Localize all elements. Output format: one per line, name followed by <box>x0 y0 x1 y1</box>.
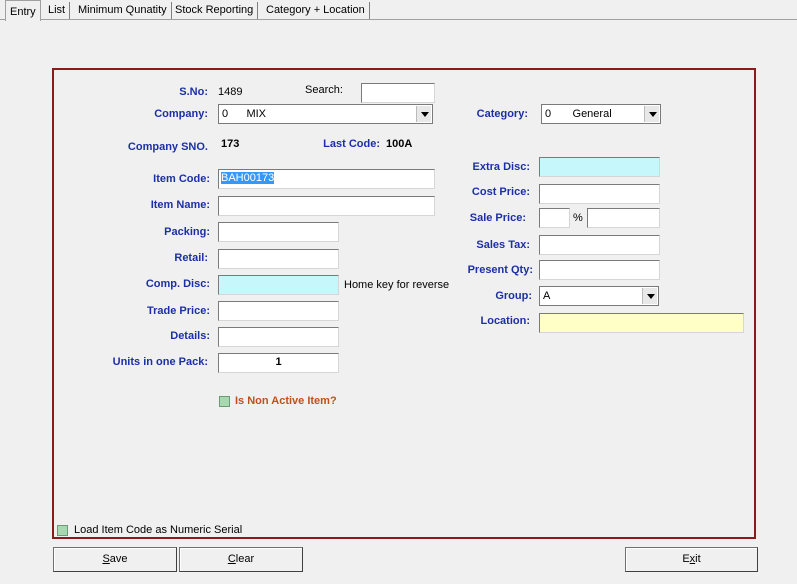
group-select-value: A <box>543 290 551 302</box>
item-code-input[interactable]: BAH00173 <box>218 169 435 189</box>
details-label: Details: <box>170 330 210 342</box>
cost-price-label: Cost Price: <box>471 186 530 198</box>
company-label: Company: <box>154 108 208 120</box>
present-qty-label: Present Qty: <box>467 264 533 276</box>
retail-input[interactable] <box>218 249 339 269</box>
exit-label-end: it <box>695 553 701 565</box>
clear-hotkey: C <box>227 553 236 565</box>
tab-list[interactable]: List <box>44 2 71 19</box>
chevron-down-icon[interactable] <box>416 106 431 122</box>
comp-disc-hint: Home key for reverse <box>344 279 450 291</box>
comp-disc-input[interactable] <box>218 275 339 295</box>
exit-button[interactable]: Exit <box>625 547 758 572</box>
tab-strip: Entry List Minimum Qunatity Stock Report… <box>0 0 797 21</box>
company-select-value: 0 MIX <box>222 108 267 120</box>
trade-price-label: Trade Price: <box>147 305 210 317</box>
numeric-serial-label[interactable]: Load Item Code as Numeric Serial <box>74 524 242 536</box>
clear-label: lear <box>235 553 255 565</box>
retail-label: Retail: <box>174 252 208 264</box>
sno-label: S.No: <box>179 86 208 98</box>
tab-minimum-quantity[interactable]: Minimum Qunatity <box>74 2 172 19</box>
item-name-input[interactable] <box>218 196 435 216</box>
trade-price-input[interactable] <box>218 301 339 321</box>
item-code-value: BAH00173 <box>221 172 275 184</box>
chevron-down-icon[interactable] <box>642 288 657 304</box>
sale-price-input[interactable] <box>587 208 660 228</box>
extra-disc-label: Extra Disc: <box>472 161 530 173</box>
non-active-label[interactable]: Is Non Active Item? <box>235 395 337 407</box>
sales-tax-input[interactable] <box>539 235 660 255</box>
present-qty-input[interactable] <box>539 260 660 280</box>
tab-strip-divider <box>0 19 797 20</box>
packing-label: Packing: <box>164 226 210 238</box>
group-label: Group: <box>495 290 532 302</box>
sale-price-label: Sale Price: <box>469 212 526 224</box>
company-sno-value: 173 <box>221 138 240 150</box>
units-in-pack-input[interactable]: 1 <box>218 353 339 373</box>
last-code-label: Last Code: <box>323 138 380 150</box>
save-button[interactable]: Save <box>53 547 177 572</box>
item-code-label: Item Code: <box>153 173 210 185</box>
company-select[interactable]: 0 MIX <box>218 104 433 124</box>
tab-entry[interactable]: Entry <box>5 0 41 21</box>
comp-disc-label: Comp. Disc: <box>145 278 210 290</box>
category-label: Category: <box>476 108 528 120</box>
item-name-label: Item Name: <box>150 199 210 211</box>
sales-tax-label: Sales Tax: <box>476 239 530 251</box>
search-label: Search: <box>305 84 343 96</box>
save-label: ave <box>109 553 128 565</box>
sale-price-percent-input[interactable] <box>539 208 570 228</box>
exit-label-start: E <box>682 553 690 565</box>
cost-price-input[interactable] <box>539 184 660 204</box>
search-input[interactable] <box>361 83 435 103</box>
company-sno-label: Company SNO. <box>127 141 208 153</box>
sno-value: 1489 <box>218 86 243 98</box>
group-select[interactable]: A <box>539 286 659 306</box>
category-select[interactable]: 0 General <box>541 104 661 124</box>
chevron-down-icon[interactable] <box>644 106 659 122</box>
units-in-pack-label: Units in one Pack: <box>112 356 208 368</box>
tab-category-location[interactable]: Category + Location <box>262 2 370 19</box>
location-input[interactable] <box>539 313 744 333</box>
last-code-value: 100A <box>386 138 413 150</box>
details-input[interactable] <box>218 327 339 347</box>
location-label: Location: <box>480 315 531 327</box>
numeric-serial-checkbox[interactable] <box>57 525 68 536</box>
category-select-value: 0 General <box>545 108 612 120</box>
non-active-checkbox[interactable] <box>219 396 230 407</box>
packing-input[interactable] <box>218 222 339 242</box>
percent-sign: % <box>573 212 583 224</box>
save-hotkey: S <box>102 553 110 565</box>
clear-button[interactable]: Clear <box>179 547 303 572</box>
tab-stock-reporting[interactable]: Stock Reporting <box>171 2 259 19</box>
extra-disc-input[interactable] <box>539 157 660 177</box>
